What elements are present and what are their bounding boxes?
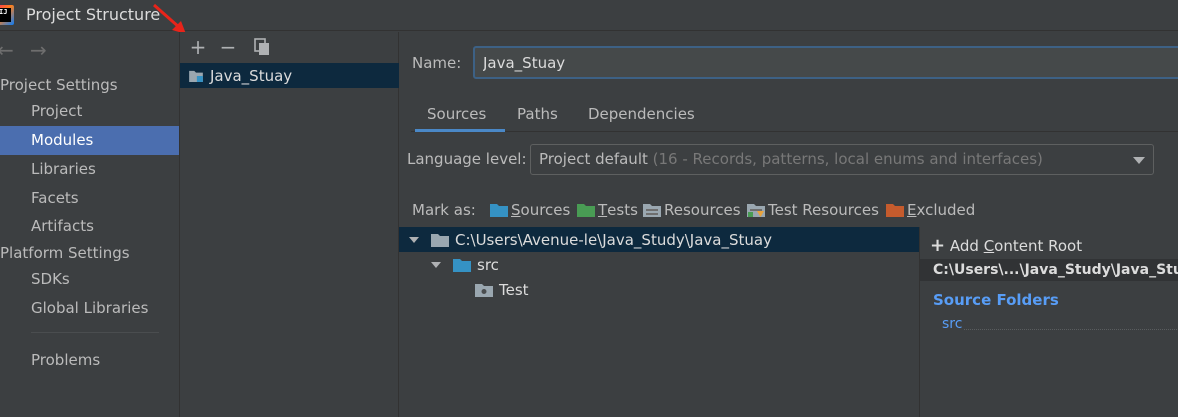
- plus-icon: +: [930, 235, 946, 256]
- excluded-folder-icon: [886, 204, 904, 217]
- mark-sources-button[interactable]: Sources: [490, 201, 570, 219]
- mark-as-toolbar: Mark as: Sources Tests Resources Test Re…: [412, 201, 1172, 223]
- section-platform-settings: Platform Settings: [0, 244, 130, 262]
- language-level-select[interactable]: Project default (16 - Records, patterns,…: [530, 144, 1154, 175]
- tree-src-label: src: [477, 255, 499, 274]
- resources-folder-icon: [643, 204, 661, 217]
- tab-sources[interactable]: Sources: [415, 105, 505, 132]
- add-module-button[interactable]: +: [186, 36, 210, 58]
- copy-module-button[interactable]: [250, 36, 274, 58]
- tree-root-path: C:\Users\Avenue-le\Java_Study\Java_Stuay: [455, 230, 772, 249]
- content-root-panel: + Add Content Root C:\Users\...\Java_Stu…: [919, 227, 1178, 417]
- source-folder-icon: [453, 258, 471, 272]
- intellij-app-icon: IJ: [0, 5, 14, 25]
- copy-icon: [254, 38, 269, 55]
- sidebar-item-modules[interactable]: Modules: [0, 126, 179, 155]
- settings-sidebar: ← → Project Settings Project Modules Lib…: [0, 32, 180, 417]
- back-arrow-icon[interactable]: ←: [0, 38, 14, 62]
- module-name: Java_Stuay: [210, 66, 293, 85]
- add-content-root-button[interactable]: + Add Content Root: [930, 235, 1082, 256]
- module-folder-icon: [189, 70, 203, 82]
- sidebar-item-global-libraries[interactable]: Global Libraries: [0, 294, 179, 323]
- modules-pane: + − Java_Stuay: [180, 32, 399, 417]
- sidebar-divider: [31, 332, 159, 333]
- sidebar-item-facets[interactable]: Facets: [0, 184, 179, 213]
- tree-row-root[interactable]: C:\Users\Avenue-le\Java_Study\Java_Stuay: [399, 227, 919, 252]
- forward-arrow-icon[interactable]: →: [30, 38, 47, 62]
- sidebar-item-project[interactable]: Project: [0, 97, 179, 126]
- tree-row-test[interactable]: Test: [399, 277, 919, 302]
- folder-icon: [431, 233, 449, 247]
- content-root-tree: C:\Users\Avenue-le\Java_Study\Java_Stuay…: [399, 227, 919, 417]
- sidebar-item-artifacts[interactable]: Artifacts: [0, 212, 179, 241]
- modules-toolbar: + −: [180, 32, 399, 62]
- chevron-down-icon[interactable]: [431, 261, 441, 268]
- package-folder-icon: [475, 283, 493, 297]
- mark-as-label: Mark as:: [412, 201, 476, 219]
- language-level-label: Language level:: [407, 150, 527, 168]
- module-name-input[interactable]: [473, 46, 1178, 79]
- sidebar-item-libraries[interactable]: Libraries: [0, 155, 179, 184]
- source-folder-item[interactable]: src: [942, 316, 962, 332]
- mark-resources-button[interactable]: Resources: [643, 201, 741, 219]
- language-level-detail: (16 - Records, patterns, local enums and…: [652, 150, 1043, 168]
- chevron-down-icon[interactable]: [409, 236, 419, 243]
- source-folder-leader-line: [964, 329, 1178, 330]
- language-level-value: Project default: [539, 150, 648, 168]
- source-folders-title: Source Folders: [933, 291, 1059, 309]
- test-resources-folder-icon: [747, 204, 765, 217]
- section-project-settings: Project Settings: [0, 76, 118, 94]
- mark-excluded-button[interactable]: Excluded: [886, 201, 975, 219]
- test-folder-icon: [577, 204, 595, 217]
- sidebar-item-sdks[interactable]: SDKs: [0, 265, 179, 294]
- mark-tests-button[interactable]: Tests: [577, 201, 638, 219]
- source-folder-icon: [490, 204, 508, 217]
- tree-row-src[interactable]: src: [399, 252, 919, 277]
- sidebar-item-problems[interactable]: Problems: [0, 346, 179, 375]
- name-label: Name:: [412, 54, 462, 72]
- tab-dependencies[interactable]: Dependencies: [588, 105, 695, 132]
- mark-test-resources-button[interactable]: Test Resources: [747, 201, 879, 219]
- chevron-down-icon: [1133, 157, 1145, 164]
- tab-paths[interactable]: Paths: [517, 105, 558, 132]
- module-tabs: Sources Paths Dependencies: [411, 100, 1178, 132]
- module-details: Name: Sources Paths Dependencies Languag…: [399, 32, 1178, 417]
- tree-test-label: Test: [499, 280, 529, 299]
- content-root-path[interactable]: C:\Users\...\Java_Study\Java_Stuay: [920, 259, 1178, 281]
- window-title: Project Structure: [26, 5, 161, 24]
- module-list-item[interactable]: Java_Stuay: [180, 63, 399, 88]
- remove-module-button[interactable]: −: [216, 36, 240, 58]
